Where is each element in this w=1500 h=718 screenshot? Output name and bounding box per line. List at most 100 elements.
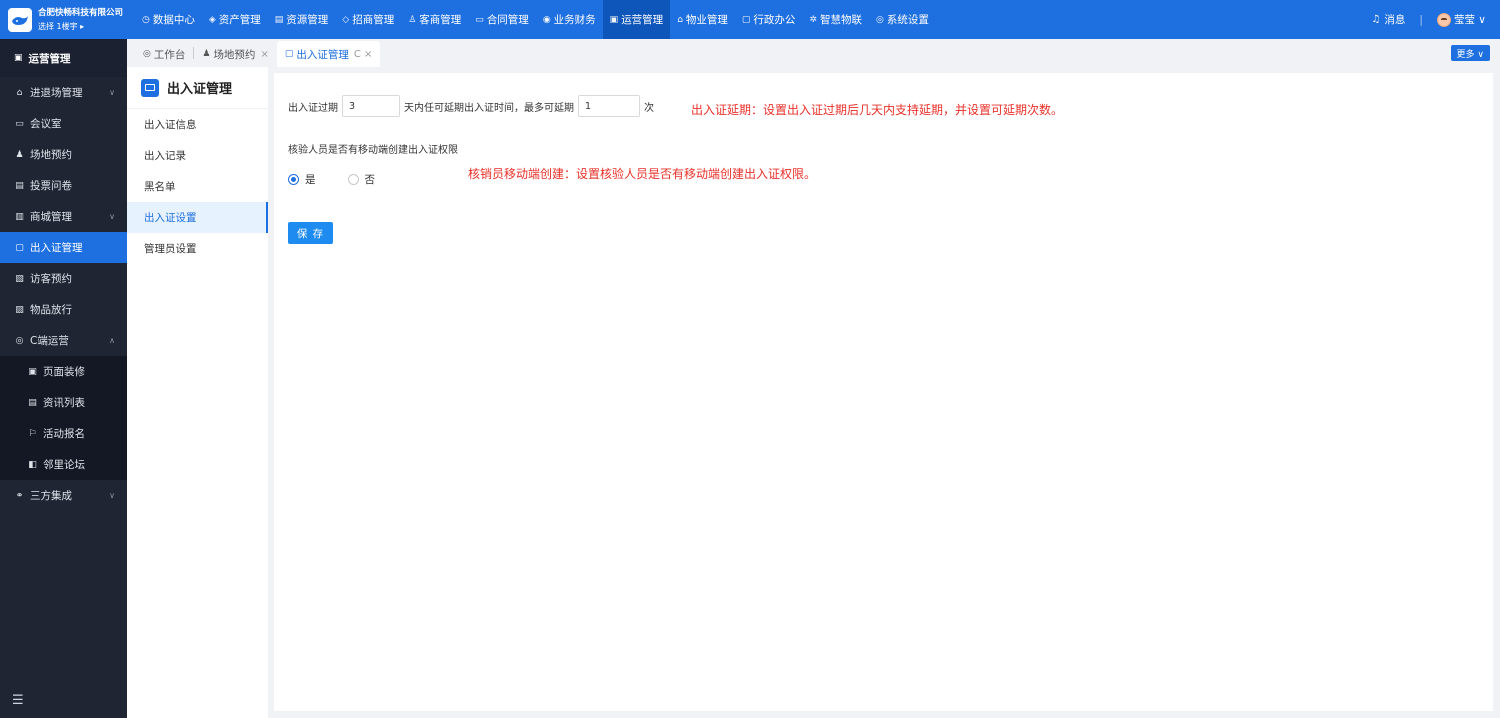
operations-icon: ▣: [14, 53, 23, 63]
topnav-label: 招商管理: [352, 14, 395, 26]
sidebar-item-icon: ▥: [15, 211, 24, 222]
topnav-item-11[interactable]: ◎ 系统设置: [869, 0, 936, 39]
iot-icon: ✲: [809, 14, 817, 25]
users-icon: ♙: [408, 14, 417, 25]
sidebar-item-icon: ▧: [15, 273, 24, 284]
topnav-label: 系统设置: [886, 14, 929, 26]
topnav-item-2[interactable]: ▤ 资源管理: [268, 0, 336, 39]
sidebar-item-sidebar.items-3[interactable]: ▤ 投票问卷: [0, 170, 127, 201]
sidebar-item-sidebar.items-8[interactable]: ◎ C端运营 ∧: [0, 325, 127, 356]
messages-link[interactable]: 消息: [1384, 12, 1405, 27]
tab-icon: ◎: [143, 49, 151, 59]
submenu-item-4[interactable]: 管理员设置: [127, 233, 268, 264]
brand-switcher[interactable]: 合肥快畅科技有限公司 选择 1楼宇 ▸: [0, 0, 127, 39]
sidebar-item-icon: ◧: [28, 459, 37, 470]
home-icon: ⌂: [677, 14, 683, 25]
tab-label: 出入证管理: [296, 48, 349, 61]
submenu-item-3[interactable]: 出入证设置: [127, 202, 268, 233]
sidebar-item-icon: ♟: [15, 149, 24, 160]
sidebar-item-sidebar.items-5[interactable]: ▢ 出入证管理: [0, 232, 127, 263]
sidebar-item-label: 访客预约: [30, 273, 72, 285]
document-icon: ▭: [475, 14, 484, 25]
sidebar-item-label: 页面装修: [43, 366, 85, 378]
sidebar-item-sidebar.after_items-0[interactable]: ⚭ 三方集成 ∨: [0, 480, 127, 511]
extend-text: 天内任可延期出入证时间，最多可延期: [404, 102, 574, 114]
topnav-item-1[interactable]: ◈ 资产管理: [202, 0, 268, 39]
tab-0[interactable]: ◎ 工作台: [135, 41, 193, 67]
mobile-permission-radio-group: 是 否: [288, 172, 407, 187]
tab-2[interactable]: ▢ 出入证管理 C ×: [276, 41, 381, 67]
tab-icon: ▢: [284, 49, 294, 59]
radio-checked-icon: [288, 174, 299, 185]
topnav-label: 合同管理: [486, 14, 529, 26]
topnav-label: 物业管理: [685, 14, 728, 26]
times-unit: 次: [644, 102, 654, 114]
radio-no[interactable]: 否: [347, 172, 375, 187]
topnav-label: 业务财务: [553, 14, 596, 26]
sidebar-item-sidebar.items-0[interactable]: ⌂ 进退场管理 ∨: [0, 77, 127, 108]
sidebar-item-sidebar.sub_items-3[interactable]: ◧ 邻里论坛: [0, 449, 127, 480]
topnav-item-7[interactable]: ▣ 运营管理: [602, 0, 671, 39]
topnav-item-0[interactable]: ◷ 数据中心: [135, 0, 202, 39]
building-icon: ▤: [274, 14, 284, 25]
topnav-item-5[interactable]: ▭ 合同管理: [468, 0, 536, 39]
topnav-label: 资源管理: [286, 14, 329, 26]
sidebar-item-sidebar.sub_items-1[interactable]: ▤ 资讯列表: [0, 387, 127, 418]
sidebar-item-sidebar.items-6[interactable]: ▧ 访客预约: [0, 263, 127, 294]
sidebar-item-icon: ▤: [15, 180, 24, 191]
tab-icon: ♟: [202, 49, 211, 59]
topnav-item-3[interactable]: ◇ 招商管理: [335, 0, 401, 39]
company-name: 合肥快畅科技有限公司: [38, 7, 124, 18]
save-button[interactable]: 保 存: [288, 222, 333, 244]
user-menu[interactable]: 莹莹 ∨: [1454, 12, 1486, 27]
sidebar-submenu: ▣ 页面装修 ▤ 资讯列表 ⚐ 活动报名 ◧ 邻里论坛: [0, 356, 127, 480]
more-tabs-button[interactable]: 更多 ∨: [1450, 45, 1490, 61]
topnav-item-9[interactable]: ▢ 行政办公: [735, 0, 803, 39]
cube-icon: ◈: [208, 14, 216, 25]
extension-row: 出入证过期 3 天内任可延期出入证时间，最多可延期 1 次: [288, 95, 654, 117]
radio-yes[interactable]: 是: [288, 172, 316, 187]
chevron-icon: ∨: [109, 491, 115, 500]
tab-label: 工作台: [153, 48, 186, 61]
submenu-panel: 出入证管理 出入证信息 出入记录 黑名单 出入证设置 管理员设置: [127, 67, 268, 718]
sidebar-item-sidebar.items-1[interactable]: ▭ 会议室: [0, 108, 127, 139]
close-icon[interactable]: C ×: [354, 49, 373, 60]
submenu-item-0[interactable]: 出入证信息: [127, 109, 268, 140]
close-icon[interactable]: ×: [260, 49, 268, 60]
avatar[interactable]: [1436, 12, 1451, 27]
sidebar-item-sidebar.items-4[interactable]: ▥ 商城管理 ∨: [0, 201, 127, 232]
chevron-icon: ∨: [109, 212, 115, 221]
sidebar-item-sidebar.items-2[interactable]: ♟ 场地预约: [0, 139, 127, 170]
sidebar-item-label: 会议室: [30, 118, 62, 130]
submenu-item-2[interactable]: 黑名单: [127, 171, 268, 202]
sidebar-item-label: C端运营: [30, 335, 69, 347]
tab-label: 场地预约: [213, 48, 256, 61]
card-icon: [141, 78, 159, 97]
sidebar-item-sidebar.items-7[interactable]: ▨ 物品放行: [0, 294, 127, 325]
sidebar-item-label: 出入证管理: [30, 242, 83, 254]
topnav-item-10[interactable]: ✲ 智慧物联: [802, 0, 869, 39]
topnav-label: 运营管理: [621, 14, 664, 26]
expire-days-input[interactable]: 3: [342, 95, 400, 117]
bell-icon[interactable]: ♫: [1371, 14, 1380, 25]
topnav-item-4[interactable]: ♙ 客商管理: [401, 0, 468, 39]
sidebar-item-sidebar.sub_items-0[interactable]: ▣ 页面装修: [0, 356, 127, 387]
building-selector[interactable]: 选择 1楼宇 ▸: [38, 20, 123, 33]
tab-1[interactable]: ♟ 场地预约 ×: [194, 41, 276, 67]
dashboard-icon: ◷: [142, 14, 150, 25]
expire-label: 出入证过期: [288, 102, 338, 114]
submenu-item-1[interactable]: 出入记录: [127, 140, 268, 171]
topnav-item-6[interactable]: ◉ 业务财务: [536, 0, 603, 39]
divider: |: [1419, 13, 1423, 26]
whale-logo-icon: [8, 7, 32, 32]
sidebar-item-sidebar.sub_items-2[interactable]: ⚐ 活动报名: [0, 418, 127, 449]
mobile-permission-note: 核销员移动端创建：设置核验人员是否有移动端创建出入证权限。: [468, 167, 817, 181]
sidebar-title: ▣ 运营管理: [0, 39, 127, 77]
chevron-icon: ∧: [109, 336, 115, 345]
sidebar-item-label: 商城管理: [30, 211, 72, 223]
sidebar-item-icon: ▢: [15, 242, 24, 253]
topnav-item-8[interactable]: ⌂ 物业管理: [670, 0, 735, 39]
max-extend-times-input[interactable]: 1: [578, 95, 640, 117]
collapse-menu-icon[interactable]: ☰: [12, 693, 24, 708]
mobile-permission-label: 核验人员是否有移动端创建出入证权限: [288, 145, 458, 156]
